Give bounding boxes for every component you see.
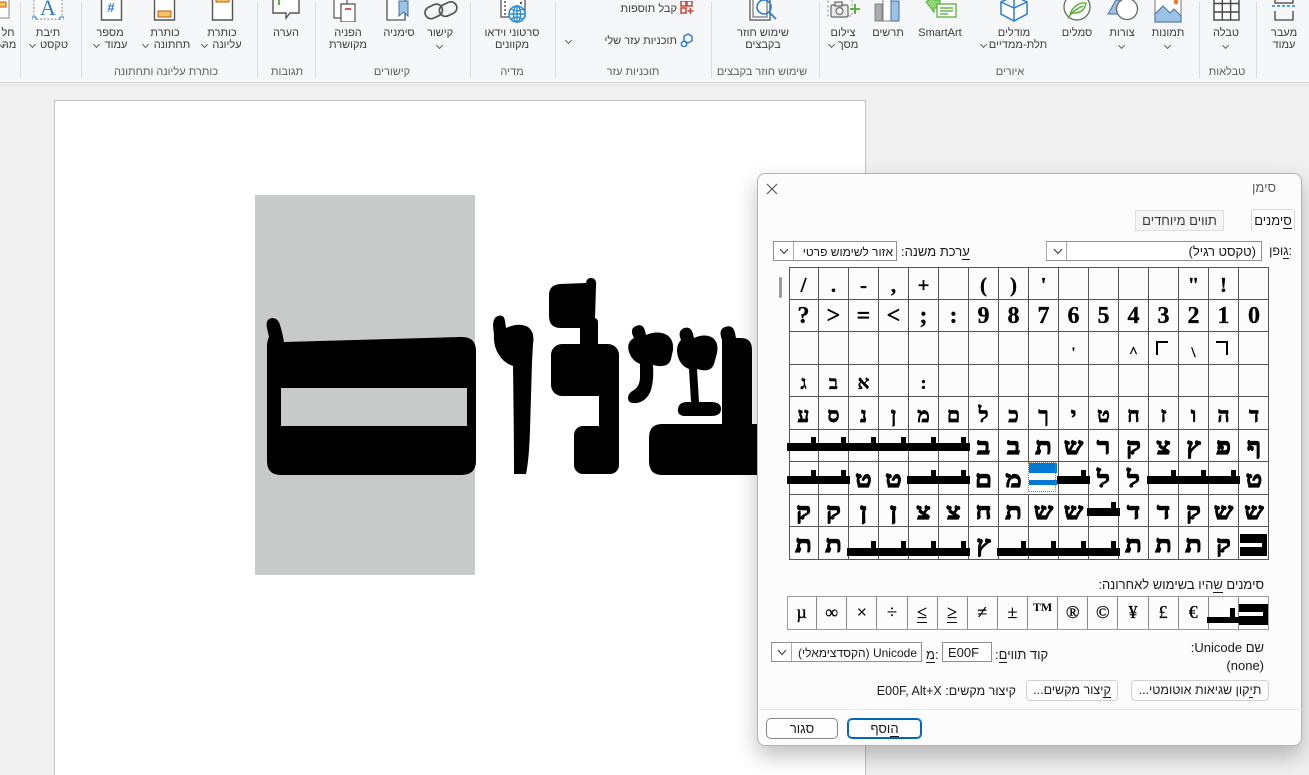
svg-text:#: # <box>107 0 115 15</box>
svg-text:A: A <box>40 0 56 20</box>
